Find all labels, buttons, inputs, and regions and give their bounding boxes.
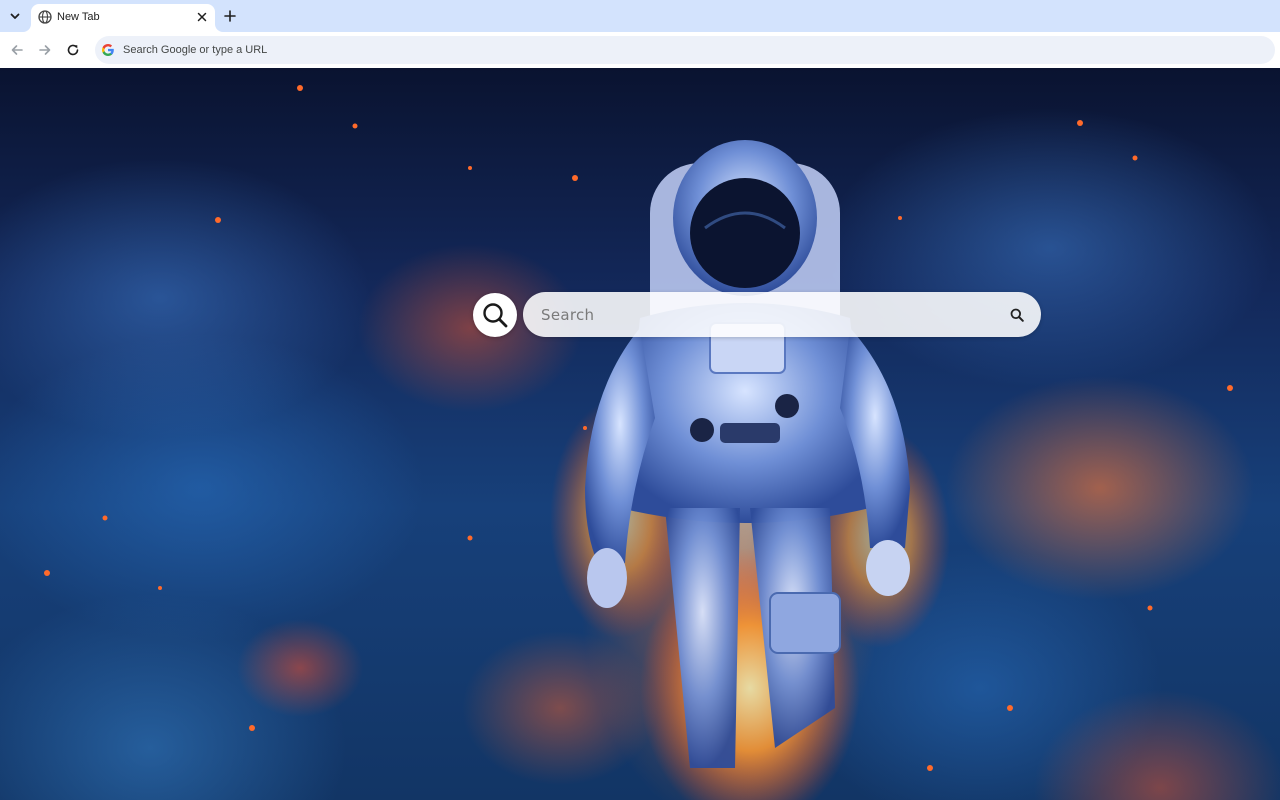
search-icon (1010, 308, 1024, 322)
magnifier-icon (481, 301, 509, 329)
search-box[interactable] (523, 292, 1041, 337)
wallpaper-image (0, 68, 1280, 800)
search-logo-button[interactable] (473, 293, 517, 337)
tab-new-tab[interactable]: New Tab (31, 4, 215, 32)
arrow-right-icon (38, 43, 52, 57)
tab-close-button[interactable] (194, 9, 210, 25)
forward-button[interactable] (34, 39, 56, 61)
back-button[interactable] (6, 39, 28, 61)
plus-icon (224, 10, 236, 22)
arrow-left-icon (10, 43, 24, 57)
chevron-down-icon (9, 10, 21, 22)
tab-search-button[interactable] (5, 6, 25, 26)
close-icon (197, 12, 207, 22)
toolbar: Search Google or type a URL (0, 32, 1280, 68)
tab-title: New Tab (57, 11, 100, 23)
new-tab-page (0, 68, 1280, 800)
google-g-icon (101, 43, 115, 57)
new-tab-button[interactable] (220, 6, 240, 26)
search-submit-button[interactable] (1007, 305, 1027, 325)
omnibox-placeholder: Search Google or type a URL (123, 44, 267, 56)
tab-strip: New Tab (0, 0, 1280, 32)
omnibox[interactable]: Search Google or type a URL (95, 36, 1275, 64)
globe-icon (38, 10, 52, 24)
reload-icon (66, 43, 80, 57)
reload-button[interactable] (62, 39, 84, 61)
search-input[interactable] (541, 292, 1001, 337)
